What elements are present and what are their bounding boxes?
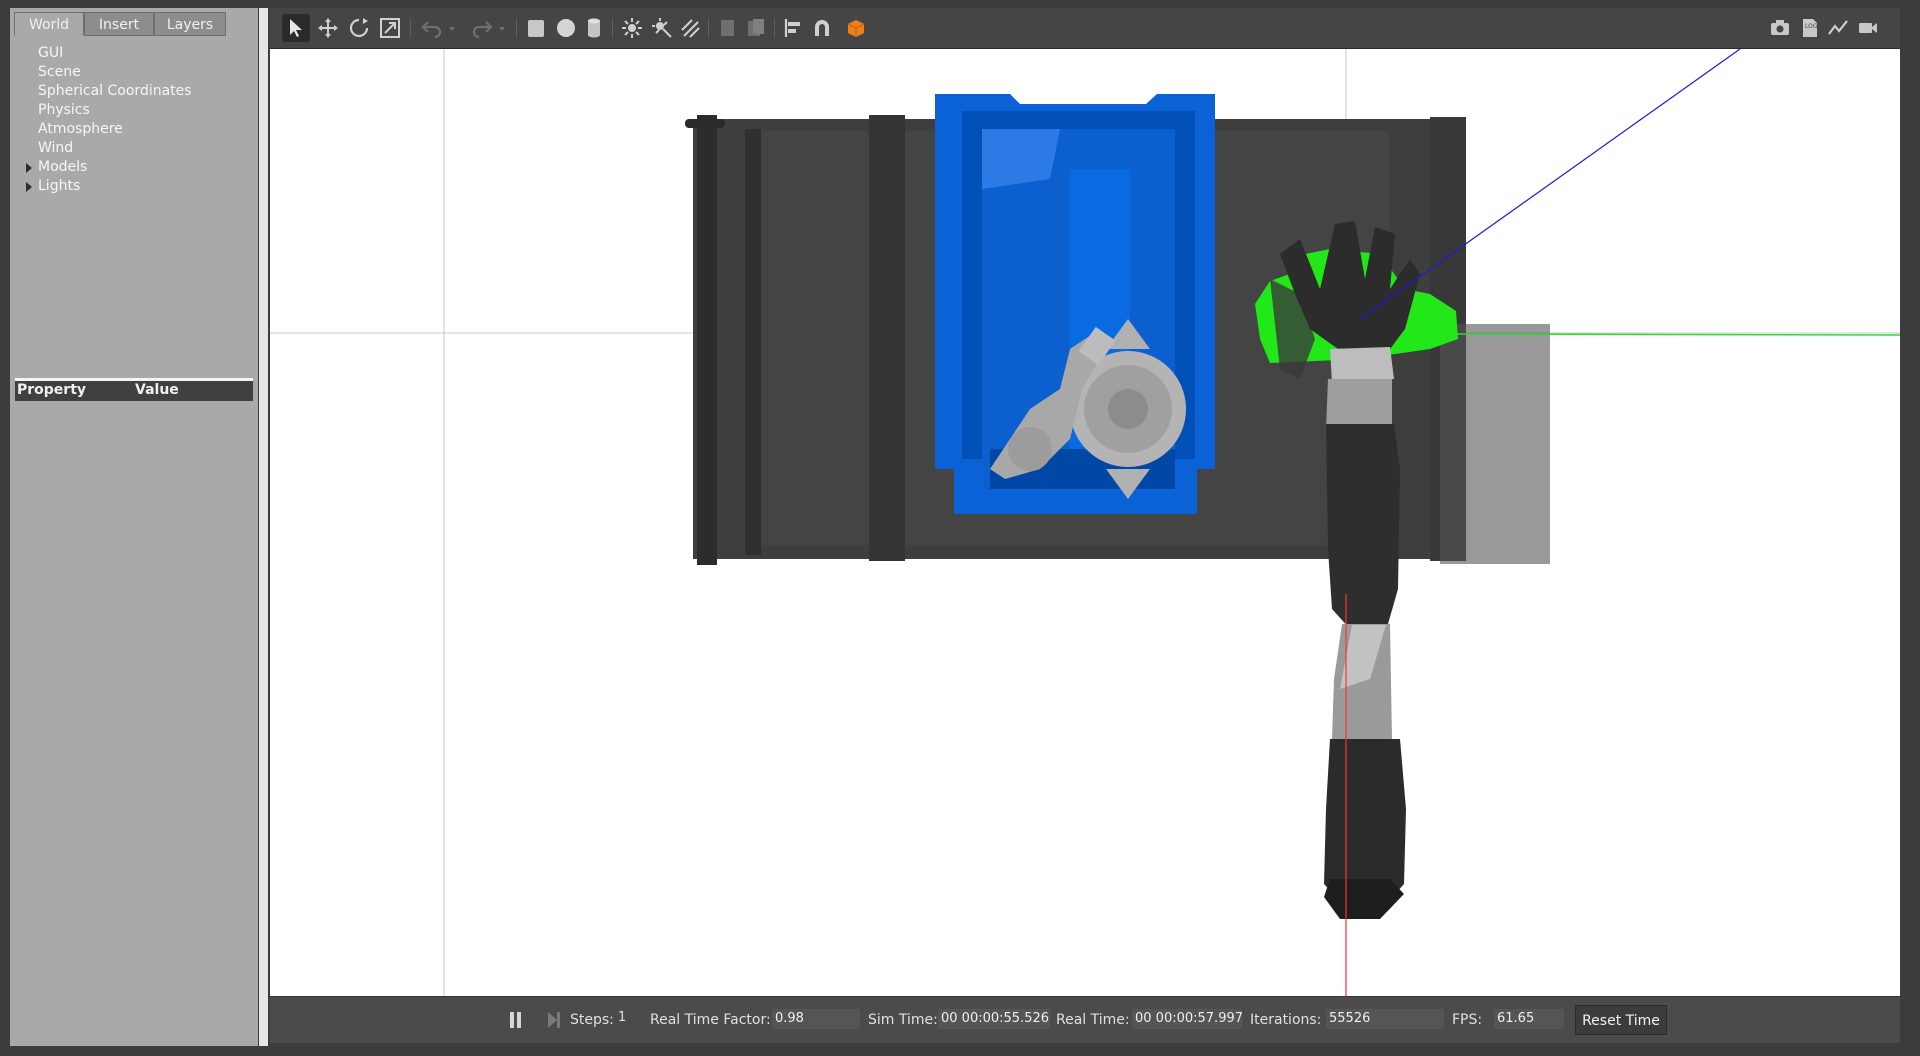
fps-field: 61.65 [1494, 1009, 1564, 1029]
status-bar: Steps: 1 Real Time Factor: 0.98 Sim Time… [270, 996, 1900, 1043]
redo-dropdown-icon[interactable] [496, 16, 508, 40]
iterations-field: 55526 [1326, 1009, 1444, 1029]
real-time-label: Real Time: [1056, 1012, 1130, 1028]
step-forward-icon[interactable] [546, 1011, 562, 1029]
copy-icon[interactable] [716, 16, 740, 40]
fps-label: FPS: [1452, 1012, 1483, 1028]
directional-light-icon[interactable] [678, 16, 702, 40]
screenshot-camera-icon[interactable] [1768, 16, 1792, 40]
tree-item-scene[interactable]: Scene [20, 63, 192, 82]
spot-light-icon[interactable] [650, 16, 674, 40]
tree-item-label: Atmosphere [38, 121, 123, 137]
scene-render[interactable] [270, 49, 1900, 996]
rtf-label: Real Time Factor: [650, 1012, 771, 1028]
tree-item-lights[interactable]: Lights [20, 177, 192, 196]
tree-item-spherical-coordinates[interactable]: Spherical Coordinates [20, 82, 192, 101]
tree-item-label: Lights [38, 178, 81, 194]
bin-model [935, 94, 1215, 514]
property-table-header: Property Value [15, 378, 253, 401]
real-time-field: 00 00:00:57.997 [1132, 1009, 1243, 1029]
align-icon[interactable] [782, 16, 806, 40]
expand-arrow-icon[interactable] [26, 182, 32, 192]
steps-label: Steps: [570, 1012, 614, 1028]
y-axis-line [1445, 333, 1900, 336]
scale-icon[interactable] [378, 16, 402, 40]
toolbar: LOG [270, 8, 1900, 49]
cylinder-icon[interactable] [582, 16, 606, 40]
rtf-field: 0.98 [772, 1009, 860, 1029]
world-tree: GUI Scene Spherical Coordinates Physics … [20, 44, 192, 196]
plot-icon[interactable] [1826, 16, 1850, 40]
tree-item-gui[interactable]: GUI [20, 44, 192, 63]
panel-tabs: World Insert Layers [10, 12, 258, 36]
left-panel: World Insert Layers GUI Scene Spherical … [10, 8, 258, 1046]
tree-item-label: Models [38, 159, 88, 175]
tree-item-atmosphere[interactable]: Atmosphere [20, 120, 192, 139]
sphere-icon[interactable] [554, 16, 578, 40]
box-icon[interactable] [524, 16, 548, 40]
paste-icon[interactable] [744, 16, 768, 40]
tab-insert[interactable]: Insert [84, 12, 154, 36]
property-column-header: Property [17, 382, 87, 398]
undo-dropdown-icon[interactable] [446, 16, 458, 40]
expand-arrow-icon[interactable] [26, 163, 32, 173]
point-light-icon[interactable] [620, 16, 644, 40]
tree-item-label: Physics [38, 102, 90, 118]
undo-icon[interactable] [420, 16, 444, 40]
rotate-icon[interactable] [347, 16, 371, 40]
view-angle-cube-icon[interactable] [844, 16, 868, 40]
video-record-icon[interactable] [1856, 16, 1880, 40]
pause-icon[interactable] [508, 1011, 524, 1029]
svg-text:LOG: LOG [1805, 23, 1818, 30]
tree-item-label: Spherical Coordinates [38, 83, 192, 99]
redo-icon[interactable] [470, 16, 494, 40]
snap-magnet-icon[interactable] [810, 16, 834, 40]
translate-icon[interactable] [316, 16, 340, 40]
tree-item-label: Wind [38, 140, 74, 156]
tree-item-physics[interactable]: Physics [20, 101, 192, 120]
tab-layers[interactable]: Layers [154, 12, 226, 36]
iterations-label: Iterations: [1250, 1012, 1322, 1028]
tree-item-wind[interactable]: Wind [20, 139, 192, 158]
tree-item-models[interactable]: Models [20, 158, 192, 177]
sim-time-field: 00 00:00:55.526 [938, 1009, 1050, 1029]
panel-splitter[interactable] [259, 8, 268, 1046]
tree-item-label: Scene [38, 64, 81, 80]
tab-world[interactable]: World [14, 12, 84, 36]
select-arrow-icon[interactable] [282, 14, 310, 42]
log-icon[interactable]: LOG [1798, 16, 1822, 40]
value-column-header: Value [135, 382, 179, 398]
sim-time-label: Sim Time: [868, 1012, 938, 1028]
scene-viewport[interactable] [270, 49, 1900, 996]
steps-value[interactable]: 1 [618, 1010, 626, 1025]
reset-time-button[interactable]: Reset Time [1575, 1005, 1667, 1035]
window-edge [1900, 0, 1920, 1056]
tree-item-label: GUI [38, 45, 64, 61]
